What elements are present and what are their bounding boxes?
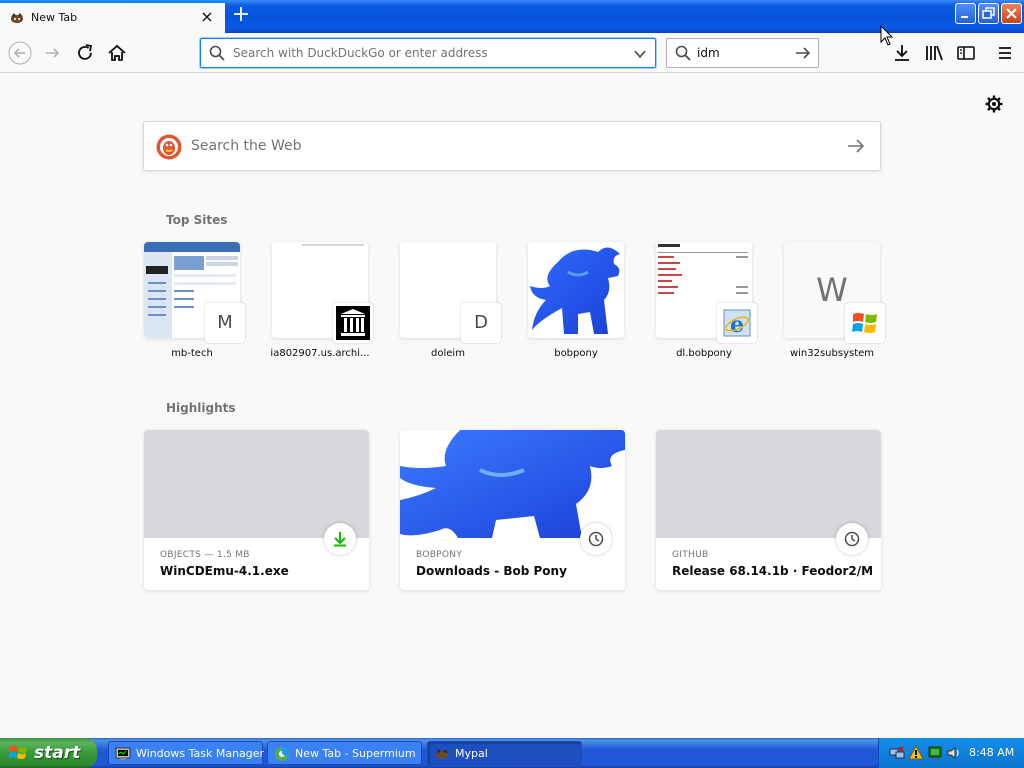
search-bar[interactable]: idm (666, 38, 819, 68)
back-icon[interactable] (8, 41, 32, 65)
task-label: Windows Task Manager (136, 747, 265, 760)
close-icon (1006, 8, 1017, 19)
card-preview (144, 430, 369, 538)
pony-logo-thumbnail (528, 242, 624, 338)
restore-button[interactable] (978, 3, 999, 24)
card-preview (656, 430, 881, 538)
task-new-tab-supermium[interactable]: New Tab - Supermium (267, 741, 422, 765)
web-search-placeholder: Search the Web (191, 138, 302, 154)
search-icon (675, 45, 691, 61)
mypal-icon (436, 749, 448, 759)
new-tab-page: Search the Web Top Sites M mb-tech ia802… (0, 74, 1024, 738)
task-manager-icon (115, 747, 131, 760)
site-label: win32subsystem (789, 348, 875, 359)
site-badge: M (205, 303, 245, 343)
supermium-icon (275, 747, 289, 761)
site-label: mb-tech (171, 348, 213, 359)
card-title: Downloads - Bob Pony (416, 564, 567, 578)
search-icon (209, 45, 225, 61)
gear-icon[interactable] (985, 95, 1003, 113)
home-icon[interactable] (105, 41, 129, 65)
card-title: WinCDEmu-4.1.exe (160, 564, 289, 578)
search-bar-value: idm (697, 46, 720, 60)
restore-icon (982, 7, 995, 19)
highlight-card[interactable]: GITHUB Release 68.14.1b · Feodor2/Myp... (656, 430, 881, 590)
site-badge: D (461, 303, 501, 343)
tab-new-tab[interactable]: New Tab × (0, 1, 225, 33)
tab-title: New Tab (31, 11, 78, 24)
minimize-button[interactable] (955, 3, 976, 24)
sidebar-icon[interactable] (954, 41, 978, 65)
svg-text:e: e (730, 312, 744, 338)
start-button[interactable]: start (0, 738, 97, 768)
clock-icon (580, 523, 612, 555)
site-label: dl.bobpony (676, 348, 732, 359)
menu-icon[interactable] (993, 41, 1017, 65)
start-label: start (34, 743, 81, 763)
site-label: doleim (431, 348, 465, 359)
navigation-toolbar: Search with DuckDuckGo or enter address … (0, 33, 1024, 73)
mypal-favicon-icon (11, 13, 23, 23)
chevron-down-icon[interactable] (633, 47, 647, 61)
address-bar[interactable]: Search with DuckDuckGo or enter address (200, 38, 656, 68)
taskbar: start Windows Task Manager New Tab - Sup… (0, 738, 1024, 768)
card-title: Release 68.14.1b · Feodor2/Myp... (672, 564, 872, 578)
volume-icon[interactable] (946, 745, 962, 761)
clock: 8:48 AM (969, 746, 1015, 759)
mouse-cursor-icon (880, 25, 894, 46)
monitor-icon[interactable] (927, 745, 943, 761)
highlights-heading: Highlights (166, 401, 236, 415)
new-tab-button[interactable]: + (230, 4, 252, 26)
title-bar: New Tab × + (0, 0, 1024, 33)
site-label: bobpony (554, 348, 598, 359)
task-mypal[interactable]: Mypal (427, 741, 582, 765)
system-tray: 8:48 AM (878, 738, 1024, 768)
windows-flag-icon (845, 303, 885, 343)
top-sites-heading: Top Sites (166, 213, 228, 227)
site-label: ia802907.us.archi... (270, 348, 370, 359)
clock-icon (836, 523, 868, 555)
pony-preview (400, 430, 625, 538)
network-icon[interactable] (889, 745, 905, 761)
web-search-box[interactable]: Search the Web (143, 121, 881, 171)
close-window-button[interactable] (1001, 3, 1022, 24)
library-icon[interactable] (922, 41, 946, 65)
address-bar-placeholder: Search with DuckDuckGo or enter address (233, 46, 488, 60)
task-label: New Tab - Supermium (295, 747, 416, 760)
tab-close-icon[interactable]: × (198, 8, 216, 26)
ie-icon: e (717, 303, 757, 343)
task-windows-task-manager[interactable]: Windows Task Manager (108, 741, 265, 765)
arrow-right-icon[interactable] (846, 136, 866, 156)
reload-icon[interactable] (73, 41, 97, 65)
card-context: OBJECTS — 1.5 MB (160, 550, 250, 560)
card-context: BOBPONY (416, 550, 463, 560)
download-icon (324, 523, 356, 555)
task-label: Mypal (455, 747, 488, 760)
minimize-icon (961, 16, 968, 18)
windows-flag-icon (9, 746, 27, 759)
security-alert-icon[interactable] (908, 745, 924, 761)
search-go-arrow-icon[interactable] (794, 45, 812, 61)
highlight-card[interactable]: OBJECTS — 1.5 MB WinCDEmu-4.1.exe (144, 430, 369, 590)
forward-icon[interactable] (41, 41, 65, 65)
archive-icon (333, 303, 373, 343)
highlight-card[interactable]: BOBPONY Downloads - Bob Pony (400, 430, 625, 590)
duckduckgo-logo-icon (156, 134, 182, 160)
card-context: GITHUB (672, 550, 709, 560)
